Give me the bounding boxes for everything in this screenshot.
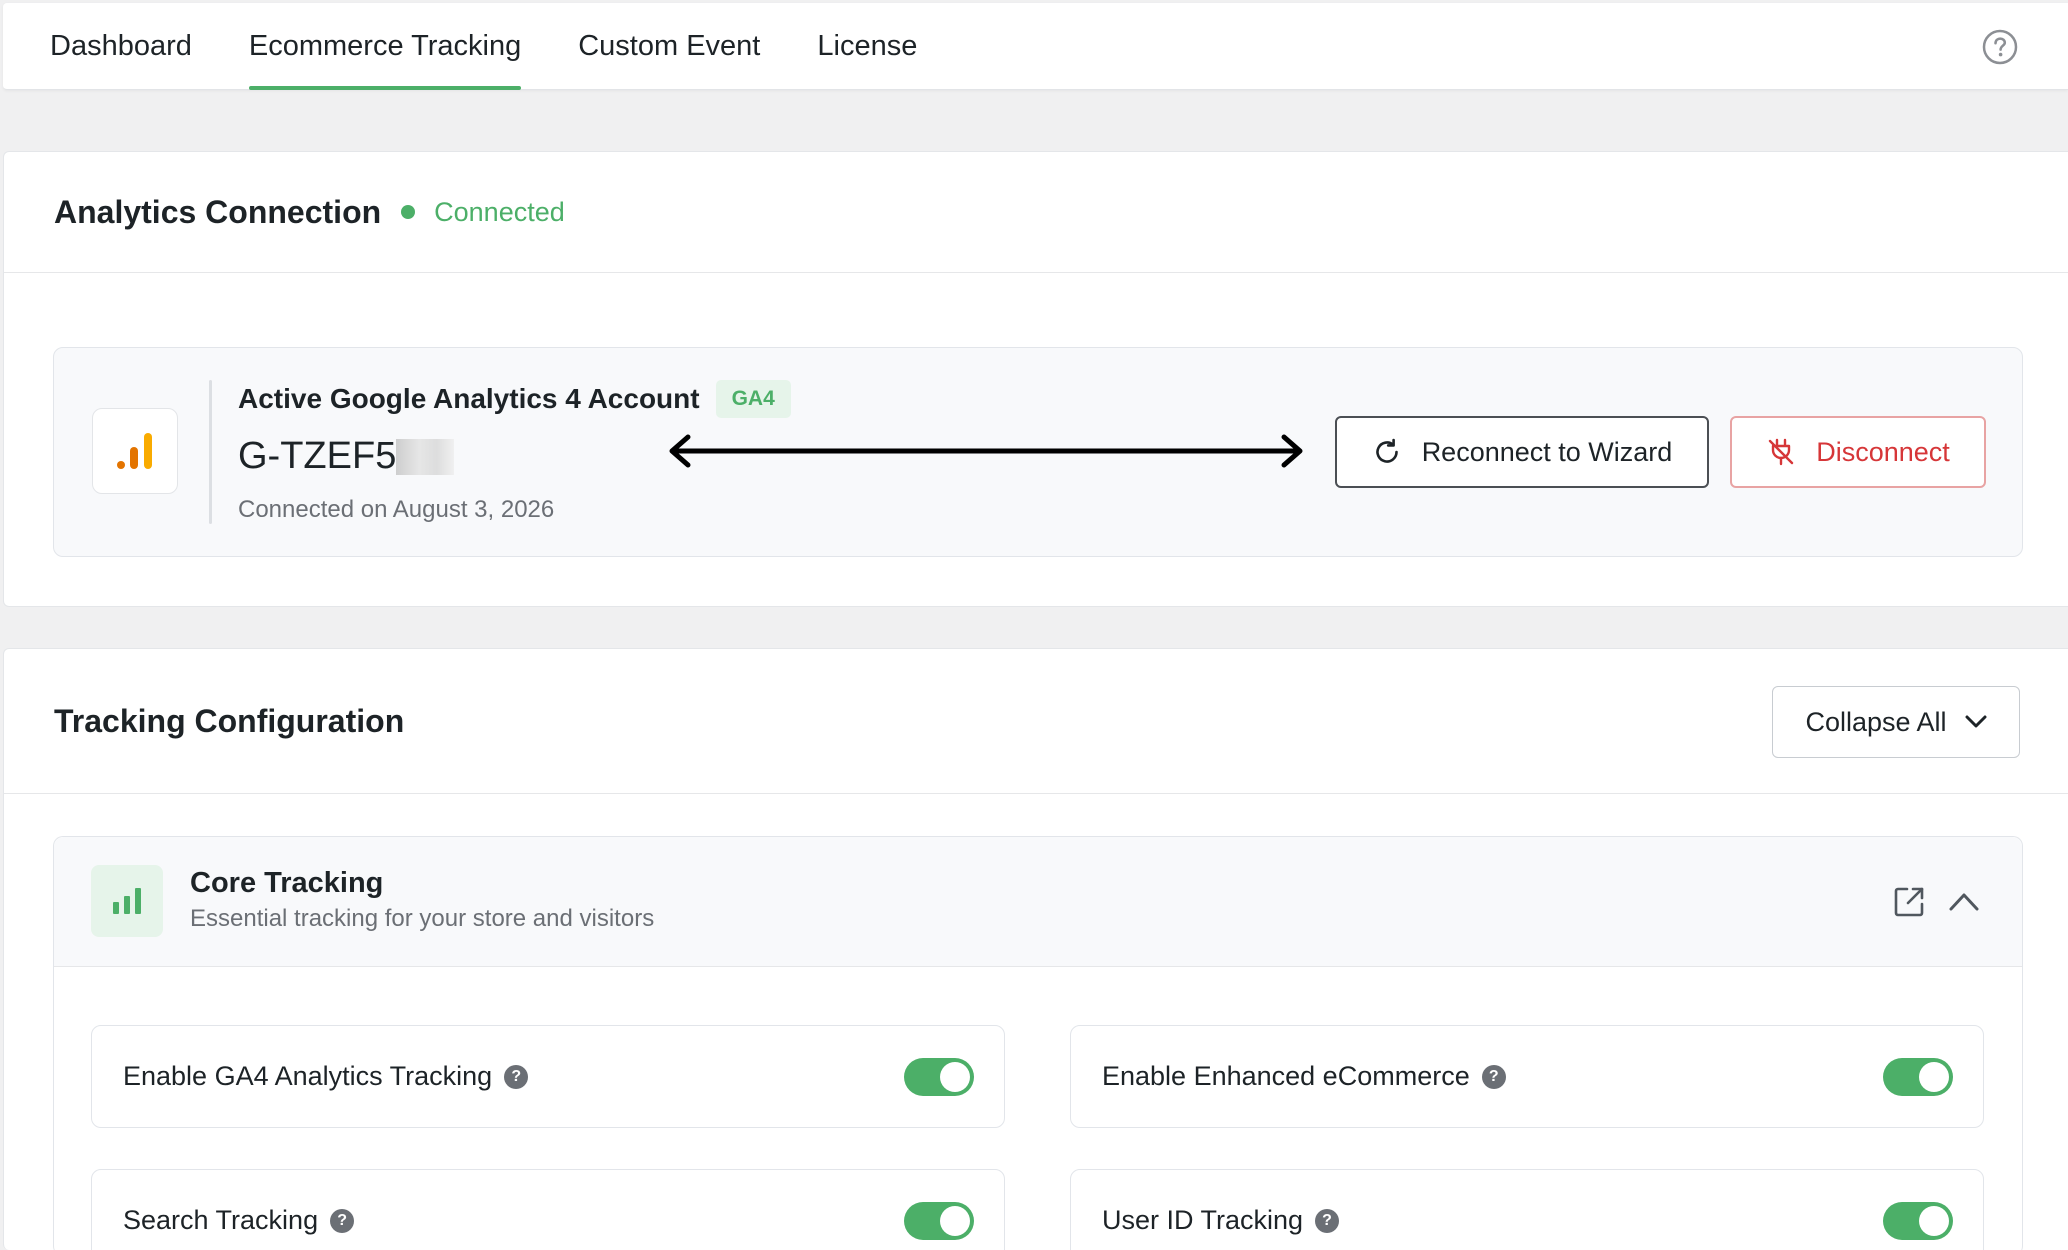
- account-id-row: G-TZEF5: [238, 435, 455, 478]
- help-icon[interactable]: ?: [1315, 1208, 1340, 1233]
- tab-dashboard[interactable]: Dashboard: [50, 3, 192, 90]
- chevron-up-icon[interactable]: [1947, 889, 1981, 913]
- option-ga4-analytics-tracking: Enable GA4 Analytics Tracking ?: [91, 1025, 1005, 1128]
- core-tracking-header[interactable]: Core Tracking Essential tracking for you…: [54, 837, 2022, 967]
- status-text: Connected: [434, 196, 565, 227]
- question-circle-icon[interactable]: [1982, 29, 2018, 65]
- account-label: Active Google Analytics 4 Account: [238, 383, 700, 414]
- redacted-patch: [396, 438, 455, 475]
- tab-custom-event[interactable]: Custom Event: [578, 3, 760, 90]
- disconnect-button[interactable]: Disconnect: [1730, 416, 1986, 488]
- help-icon[interactable]: ?: [1481, 1064, 1506, 1089]
- toggle-switch[interactable]: [1883, 1202, 1953, 1240]
- top-nav: Dashboard Ecommerce Tracking Custom Even…: [3, 3, 2068, 90]
- connection-header: Analytics Connection Connected: [4, 152, 2068, 273]
- core-tracking-title: Core Tracking: [190, 867, 384, 899]
- unplug-icon: [1769, 438, 1794, 466]
- tracking-title: Tracking Configuration: [54, 702, 405, 739]
- option-search-tracking: Search Tracking ?: [91, 1169, 1005, 1250]
- connected-date: Connected on August 3, 2026: [238, 496, 555, 523]
- toggle-switch[interactable]: [904, 1202, 974, 1240]
- connection-title: Analytics Connection: [54, 193, 382, 230]
- help-icon[interactable]: ?: [504, 1064, 529, 1089]
- tab-ecommerce-tracking[interactable]: Ecommerce Tracking: [248, 3, 522, 90]
- collapse-all-label: Collapse All: [1805, 706, 1947, 737]
- vertical-divider: [209, 380, 212, 524]
- bar-chart-icon: [91, 865, 163, 937]
- core-tracking-section: Core Tracking Essential tracking for you…: [53, 836, 2023, 1250]
- analytics-connection-card: Analytics Connection Connected Active Go…: [3, 151, 2068, 607]
- account-box: Active Google Analytics 4 Account GA4 G-…: [53, 347, 2023, 557]
- help-icon[interactable]: ?: [330, 1208, 355, 1233]
- toggle-switch[interactable]: [1883, 1058, 1953, 1096]
- refresh-icon: [1375, 438, 1398, 463]
- reconnect-wizard-button[interactable]: Reconnect to Wizard: [1335, 416, 1709, 488]
- option-label: Enable Enhanced eCommerce: [1102, 1061, 1470, 1091]
- tracking-configuration-card: Tracking Configuration Collapse All Core…: [3, 648, 2068, 1250]
- double-arrow-icon: [669, 434, 1303, 468]
- external-link-icon[interactable]: [1892, 885, 1926, 919]
- disconnect-label: Disconnect: [1816, 436, 1950, 467]
- connection-status: Connected: [401, 197, 565, 228]
- google-analytics-logo-icon: [92, 408, 178, 494]
- core-tracking-subtitle: Essential tracking for your store and vi…: [190, 905, 655, 932]
- ga4-badge: GA4: [715, 380, 791, 418]
- account-label-row: Active Google Analytics 4 Account GA4: [238, 380, 791, 418]
- option-label: Enable GA4 Analytics Tracking: [123, 1061, 493, 1091]
- option-label: Search Tracking: [123, 1205, 319, 1235]
- option-label: User ID Tracking: [1102, 1205, 1304, 1235]
- option-enhanced-ecommerce: Enable Enhanced eCommerce ?: [1070, 1025, 1984, 1128]
- tab-bar: Dashboard Ecommerce Tracking Custom Even…: [50, 3, 974, 90]
- reconnect-label: Reconnect to Wizard: [1421, 436, 1673, 467]
- collapse-all-button[interactable]: Collapse All: [1772, 686, 2020, 758]
- toggle-switch[interactable]: [904, 1058, 974, 1096]
- status-dot-icon: [401, 205, 416, 219]
- account-id: G-TZEF5: [238, 435, 397, 477]
- tracking-header: Tracking Configuration Collapse All: [4, 649, 2068, 794]
- chevron-down-icon: [1965, 715, 1987, 728]
- tab-license[interactable]: License: [817, 3, 917, 90]
- option-user-id-tracking: User ID Tracking ?: [1070, 1169, 1984, 1250]
